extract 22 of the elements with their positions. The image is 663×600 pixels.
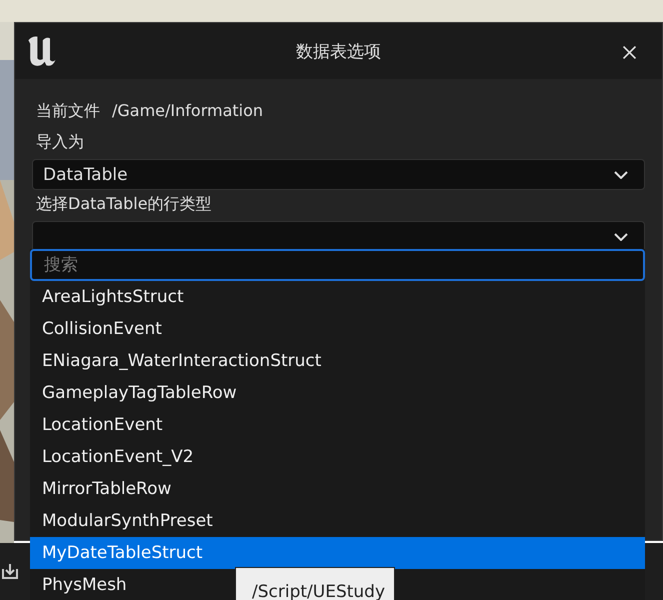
file-path: /Game/Information (112, 100, 264, 122)
field-label: 导入为 (35, 131, 85, 153)
menu-item[interactable]: MirrorTableRow (30, 473, 645, 505)
menu-item[interactable]: ModularSynthPreset (30, 505, 645, 537)
close-icon[interactable] (621, 44, 638, 61)
field-label: 当前文件 (35, 100, 100, 122)
window-title: 数据表选项 (296, 40, 381, 62)
menu-item[interactable]: LocationEvent_V2 (30, 441, 645, 473)
field-label: 选择DataTable的行类型 (35, 193, 213, 215)
chevron-icon (614, 170, 628, 178)
import-icon[interactable] (0, 561, 20, 581)
menu-item[interactable]: ENiagara_WaterInteractionStruct (30, 345, 645, 377)
import-type-dropdown[interactable]: DataTable (32, 159, 645, 190)
menu-item[interactable]: PhysMesh (30, 569, 232, 600)
menu-item[interactable]: LocationEvent (30, 409, 645, 441)
row-type-dropdown[interactable] (32, 221, 645, 252)
menu-item[interactable]: MyDateTableStruct (30, 537, 645, 569)
chevron-icon (614, 232, 628, 240)
search-field[interactable]: 搜索 (30, 249, 645, 281)
menu-item[interactable]: CollisionEvent (30, 313, 645, 345)
menu-item[interactable]: AreaLightsStruct (30, 281, 645, 313)
menu-item[interactable]: GameplayTagTableRow (30, 377, 645, 409)
